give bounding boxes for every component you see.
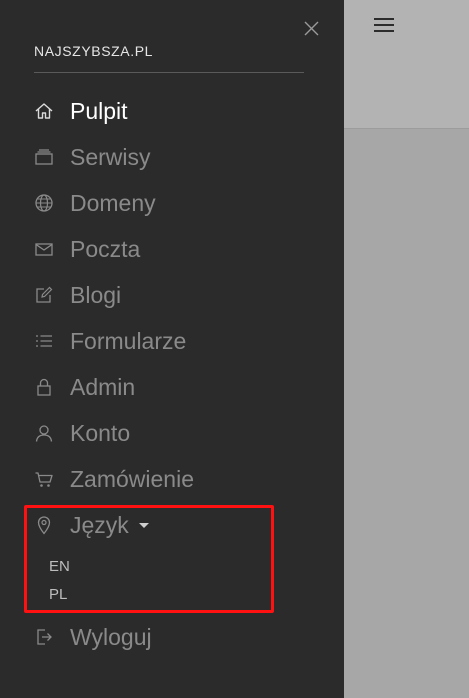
edit-icon [34, 285, 54, 305]
menu-item-zamowienie[interactable]: Zamówienie [34, 463, 194, 495]
logout-icon [34, 627, 54, 647]
menu-item-blogi[interactable]: Blogi [34, 279, 121, 311]
menu-item-poczta[interactable]: Poczta [34, 233, 140, 265]
menu-item-label: Admin [70, 373, 136, 400]
menu-item-formularze[interactable]: Formularze [34, 325, 186, 357]
menu-item-label: Domeny [70, 189, 156, 216]
menu-item-serwisy[interactable]: Serwisy [34, 141, 151, 173]
menu-item-label: Formularze [70, 327, 187, 354]
user-icon [34, 423, 54, 443]
menu-item-label: Serwisy [70, 143, 151, 170]
list-icon [34, 331, 54, 351]
menu-item-label: Blogi [70, 281, 122, 308]
menu-item-jezyk[interactable]: Język [34, 509, 149, 541]
menu-item-domeny[interactable]: Domeny [34, 187, 156, 219]
menu-item-label: Konto [70, 419, 131, 446]
brand-title: NAJSZYBSZA.PL [34, 43, 154, 59]
language-option-en[interactable]: EN [49, 558, 70, 575]
menu-item-label: Poczta [70, 235, 141, 262]
home-icon [34, 101, 54, 121]
lock-icon [34, 377, 54, 397]
close-icon[interactable] [303, 20, 320, 37]
menu-item-pulpit[interactable]: Pulpit [34, 95, 128, 127]
menu-item-label: Zamówienie [70, 465, 194, 492]
top-bar [344, 0, 469, 129]
menu-item-label: Wyloguj [70, 623, 152, 650]
chevron-down-icon[interactable] [138, 522, 149, 528]
stack-icon [34, 147, 54, 167]
menu-item-wyloguj[interactable]: Wyloguj [34, 621, 152, 653]
navigation-drawer: NAJSZYBSZA.PL Pulpit Serwisy Domeny Pocz… [0, 0, 344, 698]
language-option-pl[interactable]: PL [49, 586, 67, 603]
location-pin-icon [34, 515, 54, 535]
menu-item-konto[interactable]: Konto [34, 417, 130, 449]
cart-icon [34, 469, 54, 489]
main-content-backdrop [344, 0, 469, 698]
menu-item-label: Pulpit [70, 97, 128, 124]
globe-icon [34, 193, 54, 213]
menu-item-admin[interactable]: Admin [34, 371, 135, 403]
brand-divider [34, 72, 304, 73]
hamburger-menu-icon[interactable] [374, 18, 394, 32]
envelope-icon [34, 239, 54, 259]
menu-item-label: Język [70, 511, 129, 538]
